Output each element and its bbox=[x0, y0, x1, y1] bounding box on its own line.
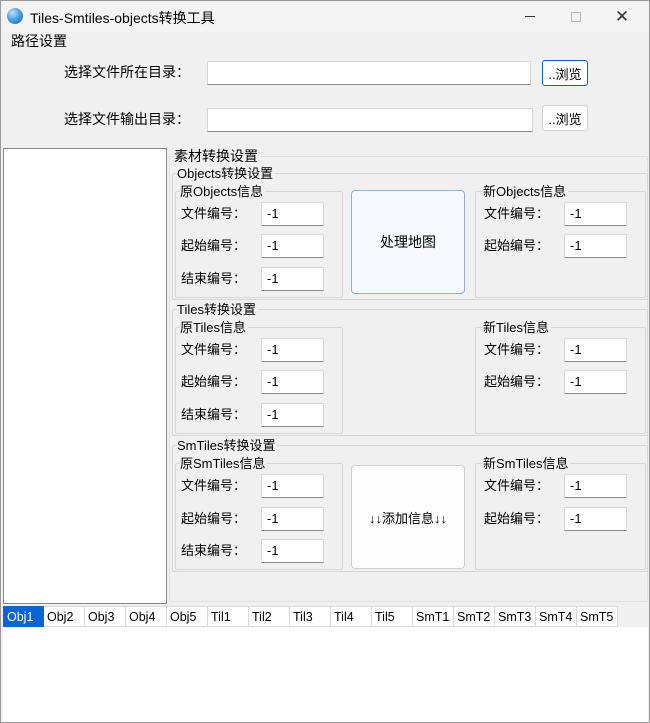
smtiles-orig-end-no-input[interactable]: -1 bbox=[261, 539, 324, 563]
tiles-new-file-no-label: 文件编号： bbox=[484, 342, 550, 357]
smtiles-orig-label: 原SmTiles信息 bbox=[180, 456, 268, 471]
material-settings-label: 素材转换设置 bbox=[174, 148, 260, 164]
add-info-button[interactable]: ↓↓添加信息↓↓ bbox=[351, 465, 465, 569]
objects-new-file-no-input[interactable]: -1 bbox=[564, 202, 627, 226]
tiles-new-label: 新Tiles信息 bbox=[483, 320, 551, 335]
minimize-icon bbox=[525, 16, 535, 17]
smtiles-orig-start-no-label: 起始编号： bbox=[181, 511, 247, 526]
tab-til4[interactable]: Til4 bbox=[331, 606, 372, 627]
minimize-button[interactable] bbox=[507, 1, 553, 32]
tiles-orig-start-no-label: 起始编号： bbox=[181, 374, 247, 389]
app-icon bbox=[7, 8, 23, 24]
tiles-orig-end-no-label: 结束编号： bbox=[181, 407, 247, 422]
objects-orig-start-no-input[interactable]: -1 bbox=[261, 234, 324, 258]
tab-panel bbox=[3, 627, 648, 722]
tiles-orig-end-no-input[interactable]: -1 bbox=[261, 403, 324, 427]
maximize-button bbox=[553, 1, 599, 32]
close-button[interactable]: ✕ bbox=[599, 1, 645, 32]
tiles-new-file-no-input[interactable]: -1 bbox=[564, 338, 627, 362]
tab-til2[interactable]: Til2 bbox=[249, 606, 290, 627]
tab-til3[interactable]: Til3 bbox=[290, 606, 331, 627]
tab-obj5[interactable]: Obj5 bbox=[167, 606, 208, 627]
browse-output-button[interactable]: ..浏览 bbox=[542, 105, 588, 131]
tab-smt4[interactable]: SmT4 bbox=[536, 606, 577, 627]
objects-orig-end-no-label: 结束编号： bbox=[181, 271, 247, 286]
browse-source-button[interactable]: ..浏览 bbox=[542, 60, 588, 86]
tab-smt2[interactable]: SmT2 bbox=[454, 606, 495, 627]
tab-smt1[interactable]: SmT1 bbox=[413, 606, 454, 627]
objects-orig-file-no-input[interactable]: -1 bbox=[261, 202, 324, 226]
smtiles-new-file-no-input[interactable]: -1 bbox=[564, 474, 627, 498]
objects-settings-label: Objects转换设置 bbox=[177, 166, 276, 181]
smtiles-new-label: 新SmTiles信息 bbox=[483, 456, 571, 471]
source-dir-label: 选择文件所在目录： bbox=[64, 64, 190, 80]
tiles-settings-label: Tiles转换设置 bbox=[177, 302, 258, 317]
tiles-orig-file-no-input[interactable]: -1 bbox=[261, 338, 324, 362]
path-settings-label: 路径设置 bbox=[11, 33, 69, 49]
smtiles-settings-label: SmTiles转换设置 bbox=[177, 438, 278, 453]
objects-new-file-no-label: 文件编号： bbox=[484, 206, 550, 221]
tab-obj1[interactable]: Obj1 bbox=[3, 606, 44, 627]
objects-orig-end-no-input[interactable]: -1 bbox=[261, 267, 324, 291]
smtiles-new-start-no-input[interactable]: -1 bbox=[564, 507, 627, 531]
smtiles-orig-end-no-label: 结束编号： bbox=[181, 543, 247, 558]
smtiles-new-start-no-label: 起始编号： bbox=[484, 511, 550, 526]
objects-orig-file-no-label: 文件编号： bbox=[181, 206, 247, 221]
smtiles-orig-file-no-label: 文件编号： bbox=[181, 478, 247, 493]
output-dir-input[interactable] bbox=[207, 108, 533, 132]
tab-smt5[interactable]: SmT5 bbox=[577, 606, 618, 627]
title-bar[interactable]: Tiles-Smtiles-objects转换工具 ✕ bbox=[1, 1, 649, 32]
tab-obj3[interactable]: Obj3 bbox=[85, 606, 126, 627]
smtiles-new-file-no-label: 文件编号： bbox=[484, 478, 550, 493]
app-window: Tiles-Smtiles-objects转换工具 ✕ 路径设置 选择文件所在目… bbox=[0, 0, 650, 723]
source-dir-input[interactable] bbox=[207, 61, 531, 85]
tab-obj2[interactable]: Obj2 bbox=[44, 606, 85, 627]
process-map-button[interactable]: 处理地图 bbox=[351, 190, 465, 294]
tab-smt3[interactable]: SmT3 bbox=[495, 606, 536, 627]
tab-strip: Obj1 Obj2 Obj3 Obj4 Obj5 Til1 Til2 Til3 Til4 Til5… bbox=[3, 606, 618, 627]
smtiles-orig-start-no-input[interactable]: -1 bbox=[261, 507, 324, 531]
tab-obj4[interactable]: Obj4 bbox=[126, 606, 167, 627]
tiles-orig-file-no-label: 文件编号： bbox=[181, 342, 247, 357]
close-icon: ✕ bbox=[614, 6, 630, 26]
tab-til1[interactable]: Til1 bbox=[208, 606, 249, 627]
maximize-icon bbox=[571, 11, 581, 22]
objects-new-start-no-label: 起始编号： bbox=[484, 238, 550, 253]
file-list[interactable] bbox=[3, 148, 167, 604]
window-title: Tiles-Smtiles-objects转换工具 bbox=[30, 10, 215, 26]
objects-orig-label: 原Objects信息 bbox=[180, 184, 266, 199]
output-dir-label: 选择文件输出目录： bbox=[64, 111, 190, 127]
objects-new-start-no-input[interactable]: -1 bbox=[564, 234, 627, 258]
tiles-orig-label: 原Tiles信息 bbox=[180, 320, 248, 335]
smtiles-orig-file-no-input[interactable]: -1 bbox=[261, 474, 324, 498]
objects-new-label: 新Objects信息 bbox=[483, 184, 569, 199]
tiles-orig-start-no-input[interactable]: -1 bbox=[261, 370, 324, 394]
tab-til5[interactable]: Til5 bbox=[372, 606, 413, 627]
objects-orig-start-no-label: 起始编号： bbox=[181, 238, 247, 253]
tiles-new-start-no-input[interactable]: -1 bbox=[564, 370, 627, 394]
tiles-new-start-no-label: 起始编号： bbox=[484, 374, 550, 389]
